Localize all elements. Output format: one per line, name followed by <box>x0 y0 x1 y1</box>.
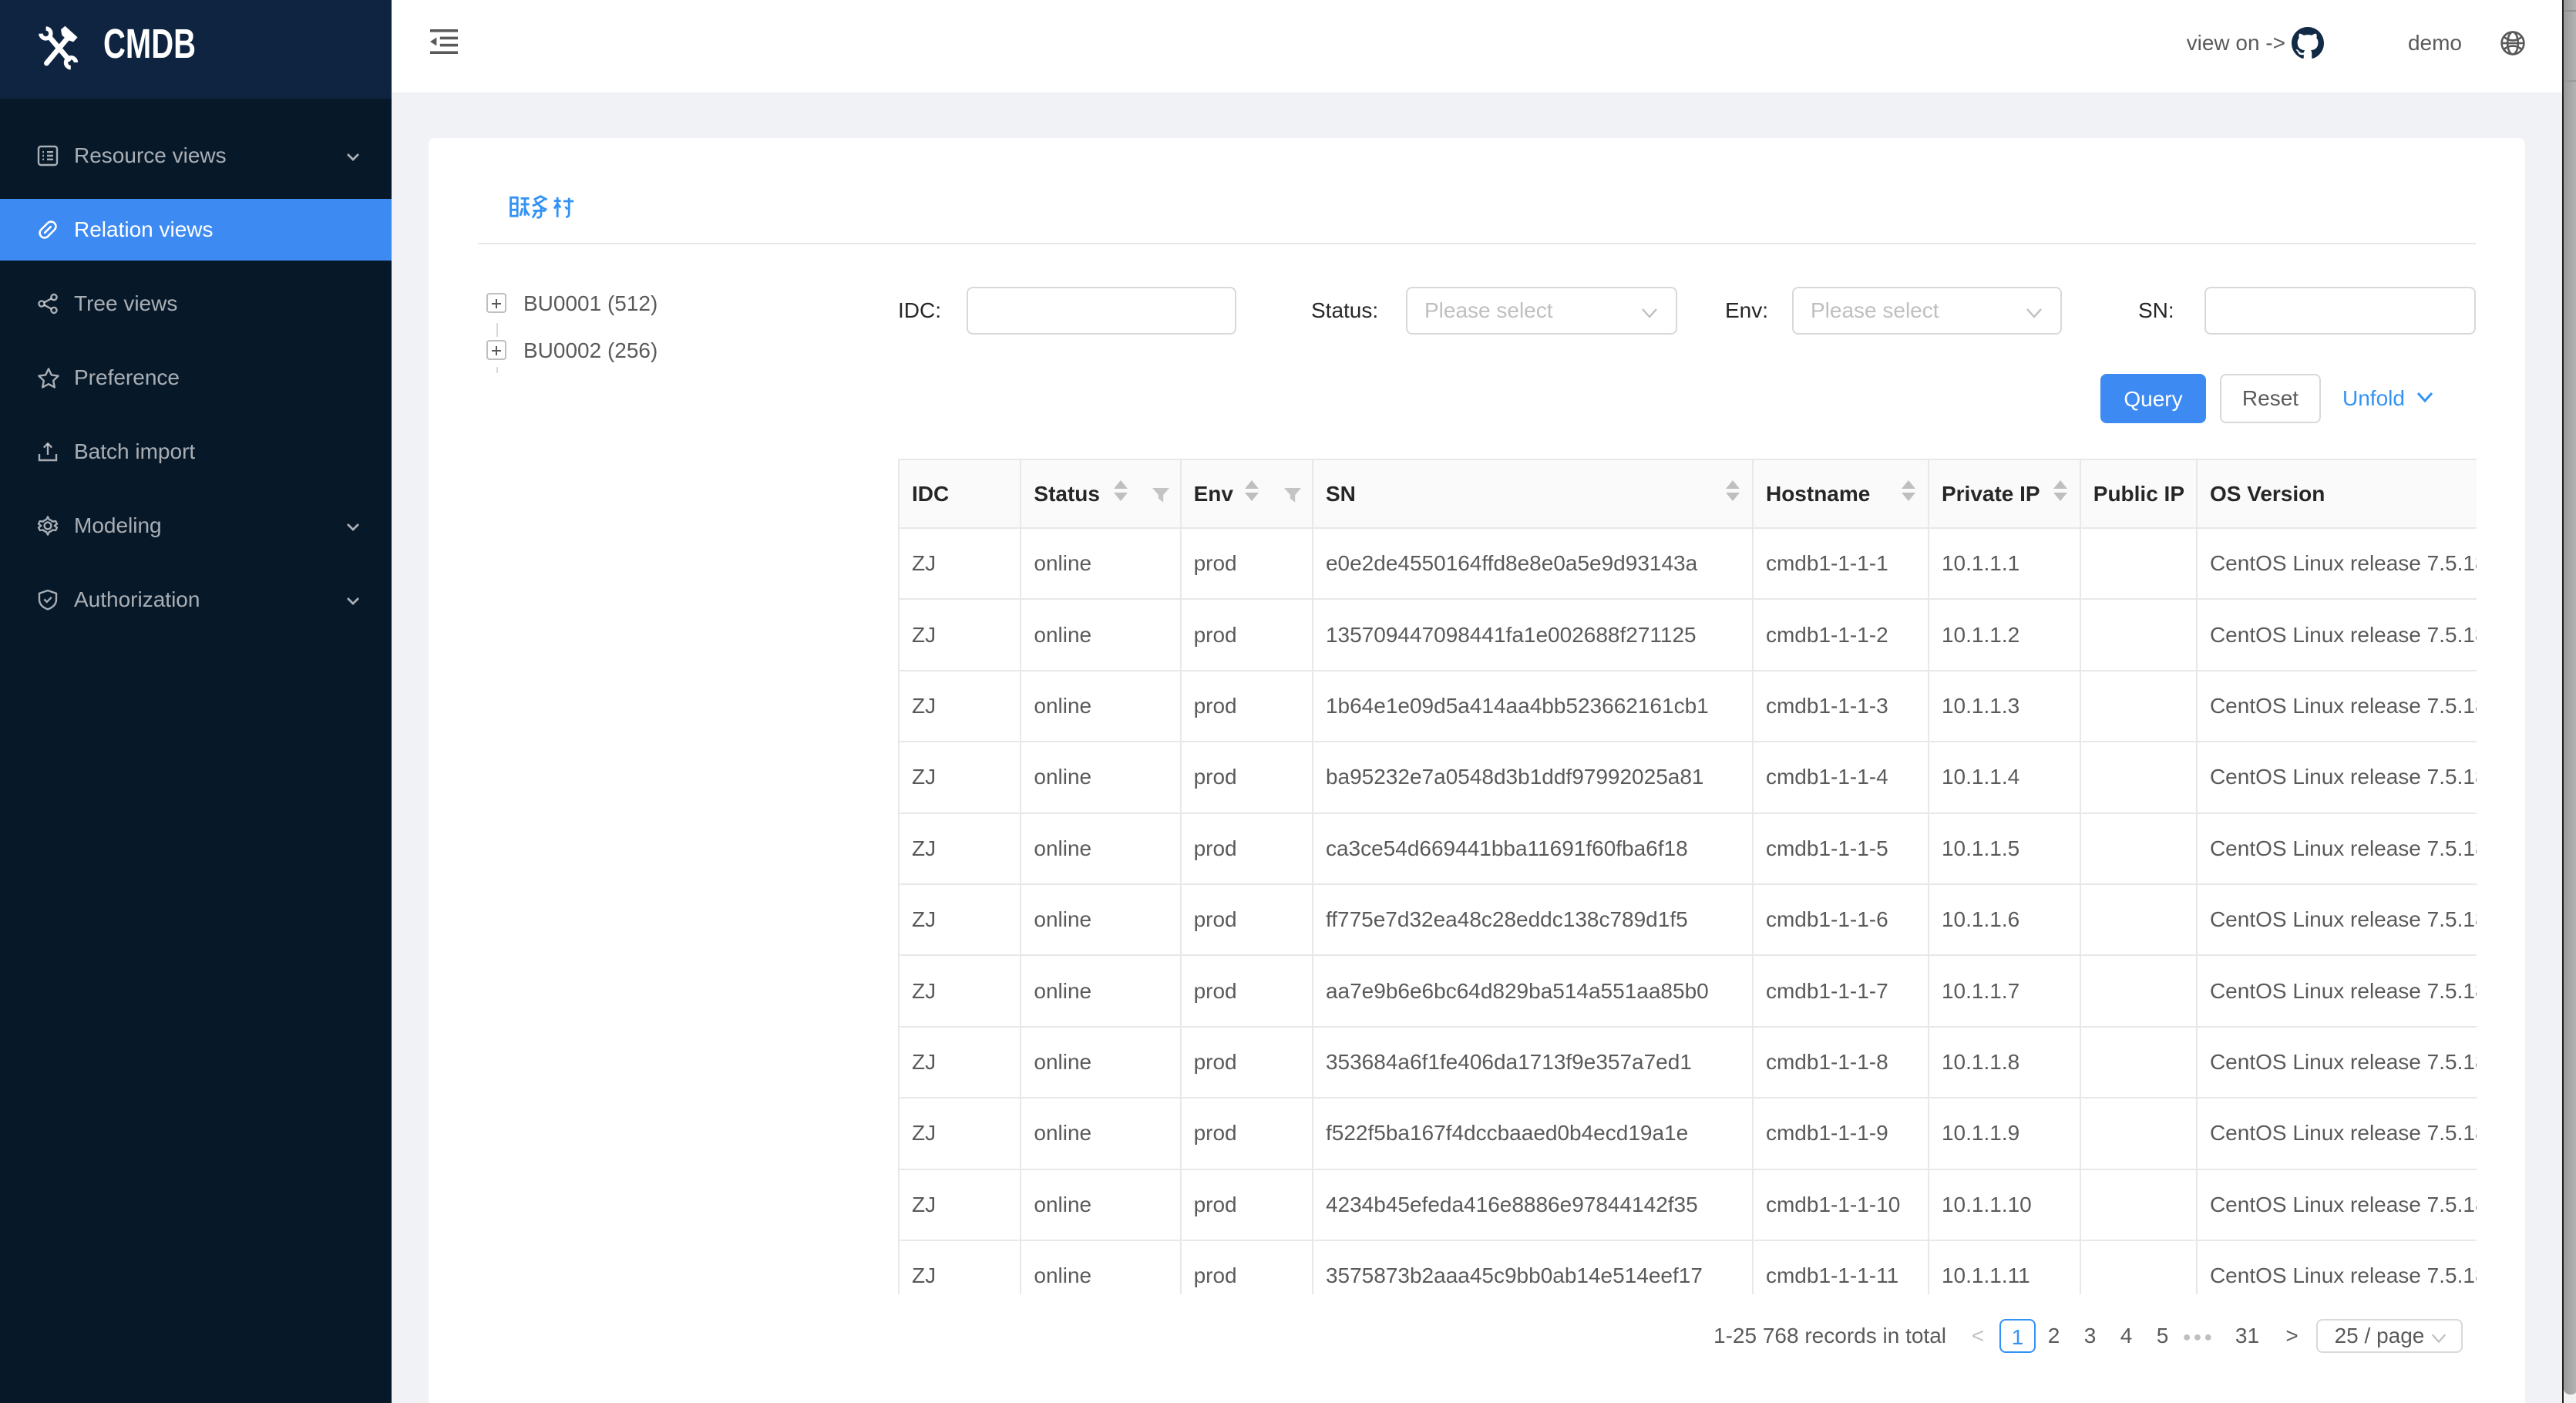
svg-text:CMDB: CMDB <box>103 21 196 67</box>
